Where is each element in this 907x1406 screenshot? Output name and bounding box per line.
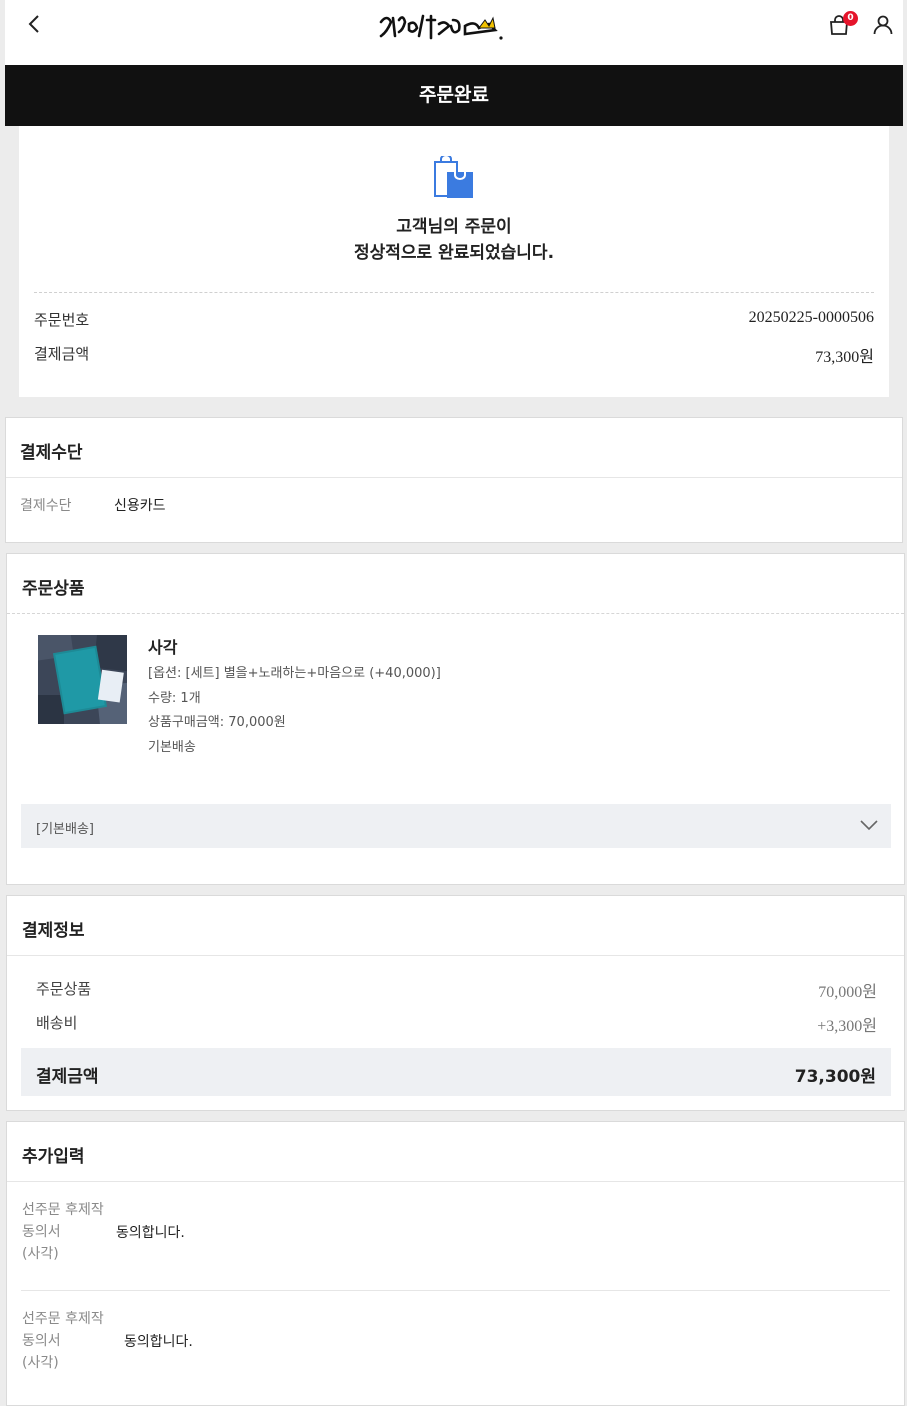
extra-field-label-line: 선주문 후제작: [22, 1202, 104, 1218]
extra-field-value: 동의합니다.: [116, 1225, 185, 1241]
receipt-zigzag-edge: [19, 393, 889, 397]
product-image: [38, 635, 127, 724]
extra-field-label-line: (사각): [22, 1246, 59, 1262]
total-amount-value: 73,300원: [794, 1067, 876, 1087]
top-header: 0: [5, 0, 903, 65]
panel-divider: [7, 1181, 904, 1182]
order-complete-section: 고객님의 주문이 정상적으로 완료되었습니다. 주문번호 20250225-00…: [5, 126, 903, 417]
message-line-1: 고객님의 주문이: [396, 217, 512, 237]
shipping-group-toggle[interactable]: [기본배송]: [21, 804, 891, 848]
total-amount-label: 결제금액: [36, 1067, 99, 1087]
extra-field-label: 선주문 후제작 동의서 (사각): [22, 1308, 122, 1374]
user-account-icon[interactable]: [871, 13, 895, 37]
order-number-value: 20250225-0000506: [748, 309, 874, 326]
extra-field-label-line: 동의서: [22, 1224, 61, 1240]
product-quantity: 수량: 1개: [148, 691, 201, 706]
shipping-group-label: [기본배송]: [36, 822, 94, 837]
product-option: [옵션: [세트] 별을+노래하는+마음으로 (+40,000)]: [148, 666, 441, 681]
row-divider: [21, 1290, 890, 1291]
product-price: 상품구매금액: 70,000원: [148, 715, 286, 730]
payment-method-title: 결제수단: [20, 443, 83, 463]
receipt-card: 고객님의 주문이 정상적으로 완료되었습니다. 주문번호 20250225-00…: [19, 126, 889, 397]
payment-info-title: 결제정보: [22, 921, 85, 941]
product-name[interactable]: 사각: [148, 634, 177, 658]
products-amount-label: 주문상품: [36, 980, 92, 998]
payment-info-panel: 결제정보 주문상품 70,000원 배송비 +3,300원 결제금액 73,30…: [6, 895, 905, 1111]
order-items-panel: 주문상품 사각 [옵션: [세트] 별을+노래하는+마음으로 (+40,000)…: [6, 553, 905, 885]
product-thumbnail[interactable]: [38, 635, 127, 724]
payment-amount-label: 결제금액: [34, 345, 90, 363]
products-amount-row: 주문상품 70,000원: [36, 978, 877, 1001]
product-shipping: 기본배송: [148, 740, 196, 755]
extra-field-label-line: 선주문 후제작: [22, 1311, 104, 1327]
shipping-fee-row: 배송비 +3,300원: [36, 1012, 877, 1035]
cart-count-badge: 0: [843, 11, 858, 26]
products-amount-value: 70,000원: [818, 984, 877, 1001]
extra-field-value: 동의합니다.: [124, 1334, 193, 1350]
message-line-2: 정상적으로 완료되었습니다.: [353, 243, 555, 263]
panel-divider: [6, 477, 902, 478]
extra-field-label-line: 동의서: [22, 1333, 61, 1349]
shopping-bag-icon: [434, 156, 473, 198]
chevron-down-icon: [860, 820, 878, 831]
back-arrow-icon[interactable]: [23, 12, 47, 36]
payment-method-value: 신용카드: [114, 498, 166, 514]
order-items-title: 주문상품: [22, 579, 85, 599]
payment-method-label: 결제수단: [20, 498, 72, 514]
page-title: 주문완료: [5, 65, 903, 126]
extra-input-panel: 추가입력 선주문 후제작 동의서 (사각) 동의합니다. 선주문 후제작 동의서…: [6, 1121, 905, 1406]
total-amount-row: 결제금액 73,300원: [21, 1048, 891, 1096]
extra-field-label: 선주문 후제작 동의서 (사각): [22, 1199, 122, 1265]
payment-amount-value: 73,300원: [815, 349, 874, 366]
panel-divider: [7, 613, 904, 614]
dashed-divider: [34, 292, 874, 293]
extra-input-title: 추가입력: [22, 1147, 85, 1167]
shipping-fee-value: +3,300원: [817, 1018, 877, 1035]
payment-method-panel: 결제수단 결제수단 신용카드: [5, 417, 903, 543]
panel-divider: [7, 955, 904, 956]
order-number-label: 주문번호: [34, 311, 90, 329]
extra-field-label-line: (사각): [22, 1355, 59, 1371]
brand-logo[interactable]: [375, 6, 510, 46]
shipping-fee-label: 배송비: [36, 1014, 78, 1032]
order-complete-message: 고객님의 주문이 정상적으로 완료되었습니다.: [19, 214, 889, 266]
